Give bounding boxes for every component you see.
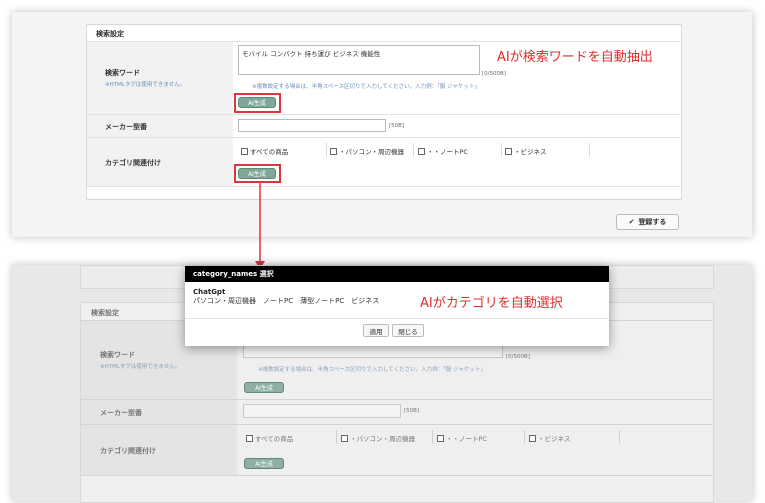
top-keyword-counter: [0/500B] bbox=[482, 71, 506, 77]
modal-annotation: AIがカテゴリを自動選択 bbox=[420, 296, 563, 311]
bottom-keyword-counter: [0/500B] bbox=[506, 354, 530, 360]
bottom-category-option-notepc[interactable]: ・・ノートPC bbox=[437, 433, 487, 443]
register-button[interactable]: ✔ 登録する bbox=[616, 214, 679, 230]
top-category-ai-generate-button[interactable]: AI生成 bbox=[238, 168, 276, 179]
checkbox-icon[interactable] bbox=[418, 147, 425, 155]
checkbox-icon[interactable] bbox=[437, 434, 444, 442]
top-category-option-pc[interactable]: ・パソコン・周辺機器 bbox=[330, 146, 404, 156]
flow-arrow bbox=[255, 182, 265, 269]
checkbox-icon[interactable] bbox=[330, 147, 337, 155]
top-maker-input[interactable] bbox=[238, 119, 386, 132]
top-category-option-business[interactable]: ・ビジネス bbox=[505, 146, 547, 156]
check-icon: ✔ bbox=[628, 218, 635, 226]
bottom-maker-input[interactable] bbox=[243, 404, 401, 418]
top-keyword-label: 検索ワード bbox=[105, 69, 140, 77]
bottom-category-ai-generate-button[interactable]: AI生成 bbox=[244, 458, 284, 469]
top-category-option-all[interactable]: すべての商品 bbox=[241, 146, 288, 156]
top-keyword-textarea[interactable]: モバイル コンパクト 持ち運び ビジネス 機能性 bbox=[238, 45, 480, 75]
checkbox-icon[interactable] bbox=[341, 434, 348, 442]
bottom-keyword-ai-generate-button[interactable]: AI生成 bbox=[244, 382, 284, 393]
top-section-title: 検索設定 bbox=[96, 30, 124, 38]
bottom-keyword-label: 検索ワード bbox=[100, 351, 135, 359]
checkbox-icon[interactable] bbox=[505, 147, 512, 155]
top-keyword-ai-generate-button[interactable]: AI生成 bbox=[238, 97, 276, 108]
bottom-category-option-business[interactable]: ・ビジネス bbox=[529, 433, 571, 443]
modal-title: category_names 選択 bbox=[193, 270, 274, 278]
modal-category-result: パソコン・周辺機器 ノートPC 薄型ノートPC ビジネス bbox=[193, 297, 380, 305]
bottom-maker-counter: [50B] bbox=[404, 408, 420, 414]
top-keyword-hint: ※複数設定する場合は、半角スペース区切りで入力してください。入力例：「服 ジャケ… bbox=[252, 84, 480, 90]
modal-source-label: ChatGpt bbox=[193, 288, 226, 296]
top-category-option-notepc[interactable]: ・・ノートPC bbox=[418, 146, 468, 156]
bottom-section-title: 検索設定 bbox=[91, 309, 119, 317]
bottom-keyword-hint: ※複数設定する場合は、半角スペース区切りで入力してください。入力例：「服 ジャケ… bbox=[258, 367, 486, 373]
bottom-maker-label: メーカー型番 bbox=[100, 409, 142, 417]
top-category-label: カテゴリ関連付け bbox=[105, 159, 161, 167]
bottom-category-option-pc[interactable]: ・パソコン・周辺機器 bbox=[341, 433, 415, 443]
checkbox-icon[interactable] bbox=[241, 147, 248, 155]
modal-close-button[interactable]: 閉じる bbox=[392, 324, 424, 337]
top-keyword-html-note: ※HTMLタグは使用できません。 bbox=[105, 82, 186, 88]
top-keyword-annotation: AIが検索ワードを自動抽出 bbox=[497, 50, 653, 65]
checkbox-icon[interactable] bbox=[529, 434, 536, 442]
modal-header: category_names 選択 bbox=[185, 266, 609, 282]
top-keyword-label-cell bbox=[87, 42, 233, 114]
modal-apply-button[interactable]: 適用 bbox=[363, 324, 389, 337]
bottom-keyword-html-note: ※HTMLタグは使用できません。 bbox=[100, 364, 181, 370]
bottom-category-label: カテゴリ関連付け bbox=[100, 447, 156, 455]
checkbox-icon[interactable] bbox=[246, 434, 253, 442]
top-maker-label: メーカー型番 bbox=[105, 123, 147, 131]
top-maker-counter: [50B] bbox=[389, 123, 405, 129]
bottom-category-option-all[interactable]: すべての商品 bbox=[246, 433, 293, 443]
